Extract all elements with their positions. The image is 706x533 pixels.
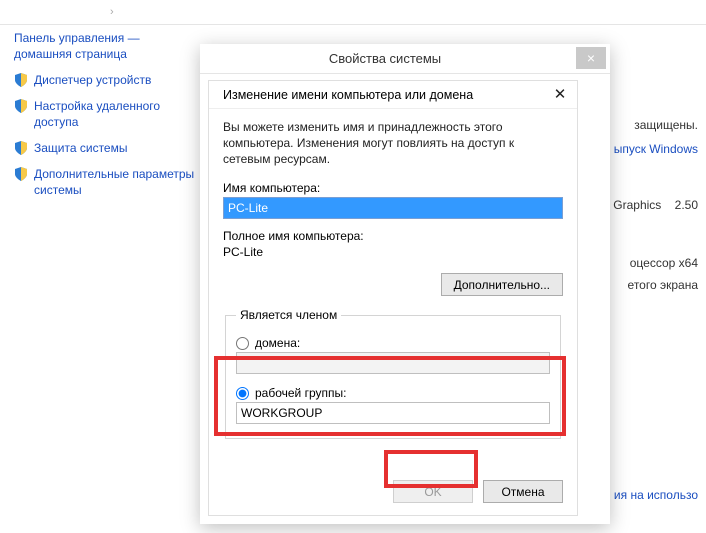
shield-icon bbox=[14, 167, 28, 181]
member-of-fieldset: Является членом домена: рабочей группы: bbox=[225, 308, 561, 439]
bg-cpu-arch: оцессор x64 bbox=[630, 256, 698, 270]
breadcrumb-chevron-icon: › bbox=[110, 6, 114, 18]
dialog-title: Изменение имени компьютера или домена bbox=[223, 88, 473, 102]
dialog-close-button[interactable]: ✕ bbox=[549, 85, 571, 105]
workgroup-input[interactable] bbox=[236, 402, 550, 424]
modal-titlebar: Свойства системы × bbox=[200, 44, 610, 74]
sidebar-advanced-system[interactable]: Дополнительные параметры системы bbox=[14, 166, 199, 198]
sidebar-item-label: Защита системы bbox=[34, 141, 127, 155]
sidebar-system-protection[interactable]: Защита системы bbox=[14, 140, 199, 156]
sidebar-remote-settings[interactable]: Настройка удаленного доступа bbox=[14, 98, 199, 130]
domain-radio-row[interactable]: домена: bbox=[236, 336, 550, 350]
full-computer-name-block: Полное имя компьютера: PC-Lite bbox=[223, 229, 563, 259]
domain-radio[interactable] bbox=[236, 337, 249, 350]
ok-button[interactable]: OK bbox=[393, 480, 473, 503]
workgroup-radio-row[interactable]: рабочей группы: bbox=[236, 386, 550, 400]
background-right-column: защищены. ыпуск Windows Graphics 2.50 оц… bbox=[611, 0, 706, 533]
bg-graphics-label: Graphics 2.50 bbox=[613, 198, 698, 212]
control-panel-home-link[interactable]: Панель управления — домашняя страница bbox=[14, 30, 199, 62]
control-panel-sidebar: Панель управления — домашняя страница Ди… bbox=[14, 30, 199, 208]
system-properties-modal: Свойства системы × Изменение имени компь… bbox=[200, 44, 610, 524]
domain-input bbox=[236, 352, 550, 374]
bg-text-protected: защищены. bbox=[634, 118, 698, 132]
domain-radio-label: домена: bbox=[255, 336, 300, 350]
bg-release-link[interactable]: ыпуск Windows bbox=[614, 142, 698, 156]
control-panel-home-line1: Панель управления — bbox=[14, 31, 140, 45]
dialog-description: Вы можете изменить имя и принадлежность … bbox=[223, 119, 563, 167]
bg-graphics-text: Graphics bbox=[613, 198, 661, 212]
bg-ghz-text: 2.50 bbox=[675, 198, 698, 212]
workgroup-radio[interactable] bbox=[236, 387, 249, 400]
bg-license-link[interactable]: ия на использо bbox=[614, 488, 698, 502]
shield-icon bbox=[14, 73, 28, 87]
member-of-legend: Является членом bbox=[236, 308, 341, 322]
dialog-header: Изменение имени компьютера или домена ✕ bbox=[209, 81, 577, 109]
full-computer-name-label: Полное имя компьютера: bbox=[223, 229, 563, 243]
computer-name-input[interactable] bbox=[223, 197, 563, 219]
sidebar-item-label: Настройка удаленного доступа bbox=[34, 99, 160, 129]
shield-icon bbox=[14, 99, 28, 113]
sidebar-item-label: Диспетчер устройств bbox=[34, 73, 151, 87]
sidebar-device-manager[interactable]: Диспетчер устройств bbox=[14, 72, 199, 88]
shield-icon bbox=[14, 141, 28, 155]
computer-name-label: Имя компьютера: bbox=[223, 181, 563, 195]
modal-close-button[interactable]: × bbox=[576, 47, 606, 69]
sidebar-item-label: Дополнительные параметры системы bbox=[34, 167, 194, 197]
full-computer-name-value: PC-Lite bbox=[223, 245, 563, 259]
workgroup-radio-label: рабочей группы: bbox=[255, 386, 346, 400]
rename-dialog: Изменение имени компьютера или домена ✕ … bbox=[208, 80, 578, 516]
more-button[interactable]: Дополнительно... bbox=[441, 273, 563, 296]
control-panel-home-line2: домашняя страница bbox=[14, 47, 127, 61]
bg-screen-text: етого экрана bbox=[628, 278, 698, 292]
dialog-footer: OK Отмена bbox=[393, 480, 563, 503]
cancel-button[interactable]: Отмена bbox=[483, 480, 563, 503]
modal-title: Свойства системы bbox=[200, 51, 570, 66]
address-bar: › bbox=[0, 0, 706, 25]
